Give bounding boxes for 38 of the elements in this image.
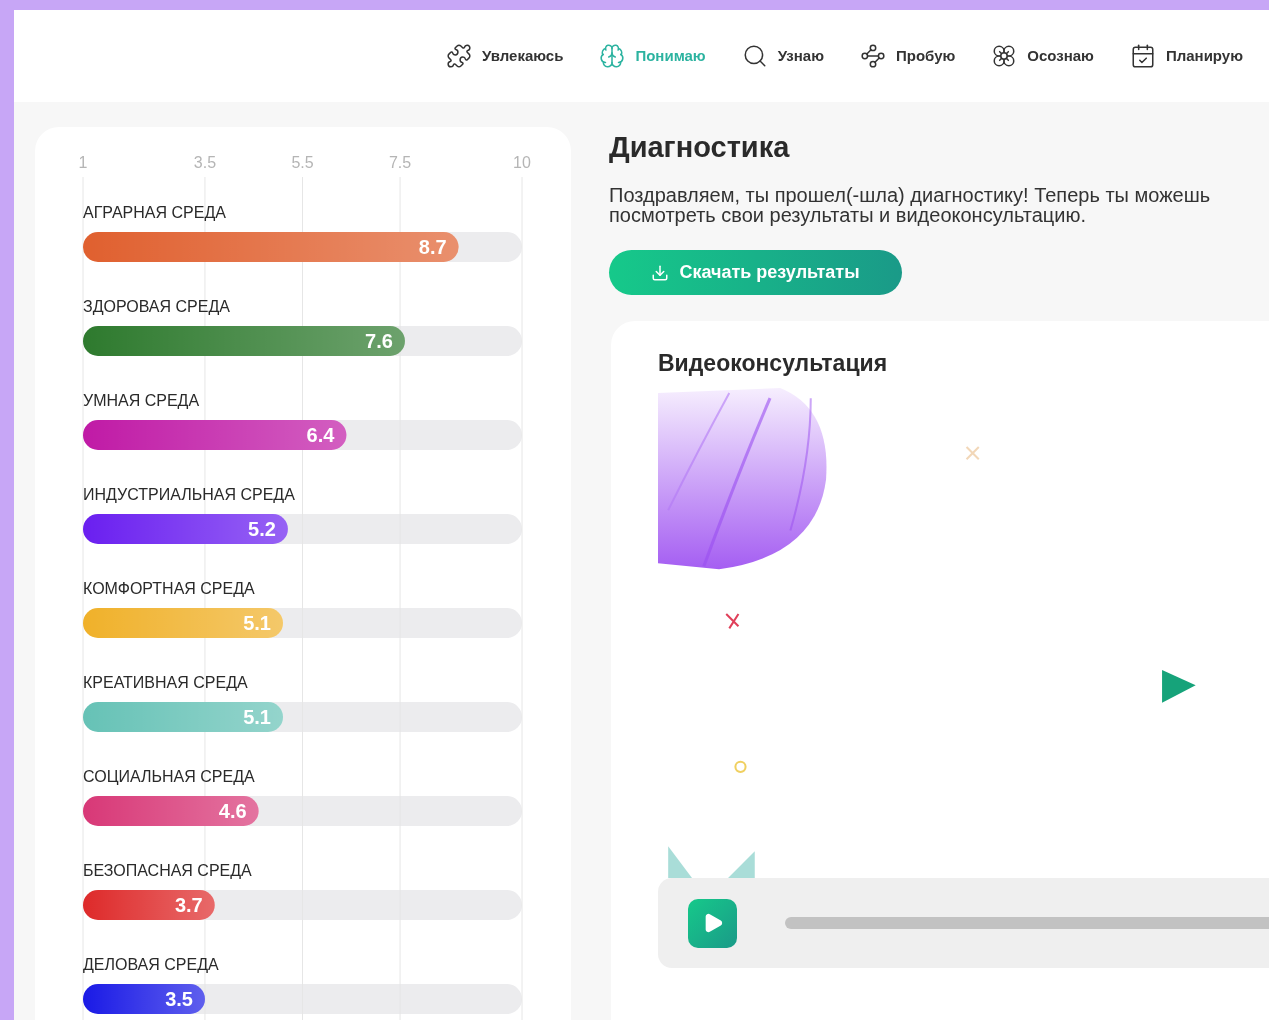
category-label: ЗДОРОВАЯ СРЕДА [83, 298, 230, 315]
bar-value: 5.2 [248, 518, 276, 540]
axis-tick-label: 10 [513, 154, 531, 171]
category-label: КРЕАТИВНАЯ СРЕДА [83, 674, 248, 691]
nav-link[interactable]: Планирую [1129, 43, 1243, 69]
download-icon [651, 263, 670, 282]
nodes-icon [859, 43, 886, 69]
category-label: БЕЗОПАСНАЯ СРЕДА [83, 862, 252, 879]
message: Поздравляем, ты прошел(-шла) диагностику! Теперь ты можешь посмотреть свои результаты и видеоконсультацию. [609, 185, 1212, 226]
category-label: ИНДУСТРИАЛЬНАЯ СРЕДА [83, 486, 295, 503]
axis-tick-label: 5.5 [291, 154, 314, 171]
bar-value: 7.6 [365, 330, 393, 352]
nav-link[interactable]: Осознаю [991, 43, 1094, 69]
bar-value: 3.7 [174, 894, 203, 916]
bar-value: 8.7 [418, 236, 447, 258]
category-label: АГРАРНАЯ СРЕДА [83, 204, 226, 221]
axis-tick-label: 3.5 [193, 154, 217, 171]
category-label: КОМФОРТНАЯ СРЕДА [83, 580, 255, 597]
play-button[interactable] [688, 898, 737, 948]
page-title: Диагностика [609, 130, 791, 165]
category-label: СОЦИАЛЬНАЯ СРЕДА [83, 768, 255, 785]
progress-track[interactable] [785, 917, 1269, 929]
bar-value: 4.6 [218, 800, 247, 822]
brain-icon [599, 43, 626, 69]
axis-tick-label: 1 [78, 154, 88, 171]
bar-value: 6.4 [306, 424, 335, 446]
category-label: УМНАЯ СРЕДА [83, 392, 200, 409]
category-label: ДЕЛОВАЯ СРЕДА [83, 956, 219, 973]
nav-link[interactable]: Пробую [859, 43, 956, 69]
bar-value: 3.5 [165, 988, 193, 1010]
calendar-check-icon [1129, 43, 1156, 69]
nav-link[interactable]: Увлекаюсь [445, 43, 564, 69]
bar-value: 5.1 [243, 612, 271, 634]
axis-tick-label: 7.5 [388, 154, 412, 171]
nav-link[interactable]: Узнаю [741, 43, 824, 69]
video-title: Видеоконсультация [658, 349, 889, 378]
bar-value: 5.1 [243, 706, 271, 728]
puzzle-icon [445, 43, 472, 69]
